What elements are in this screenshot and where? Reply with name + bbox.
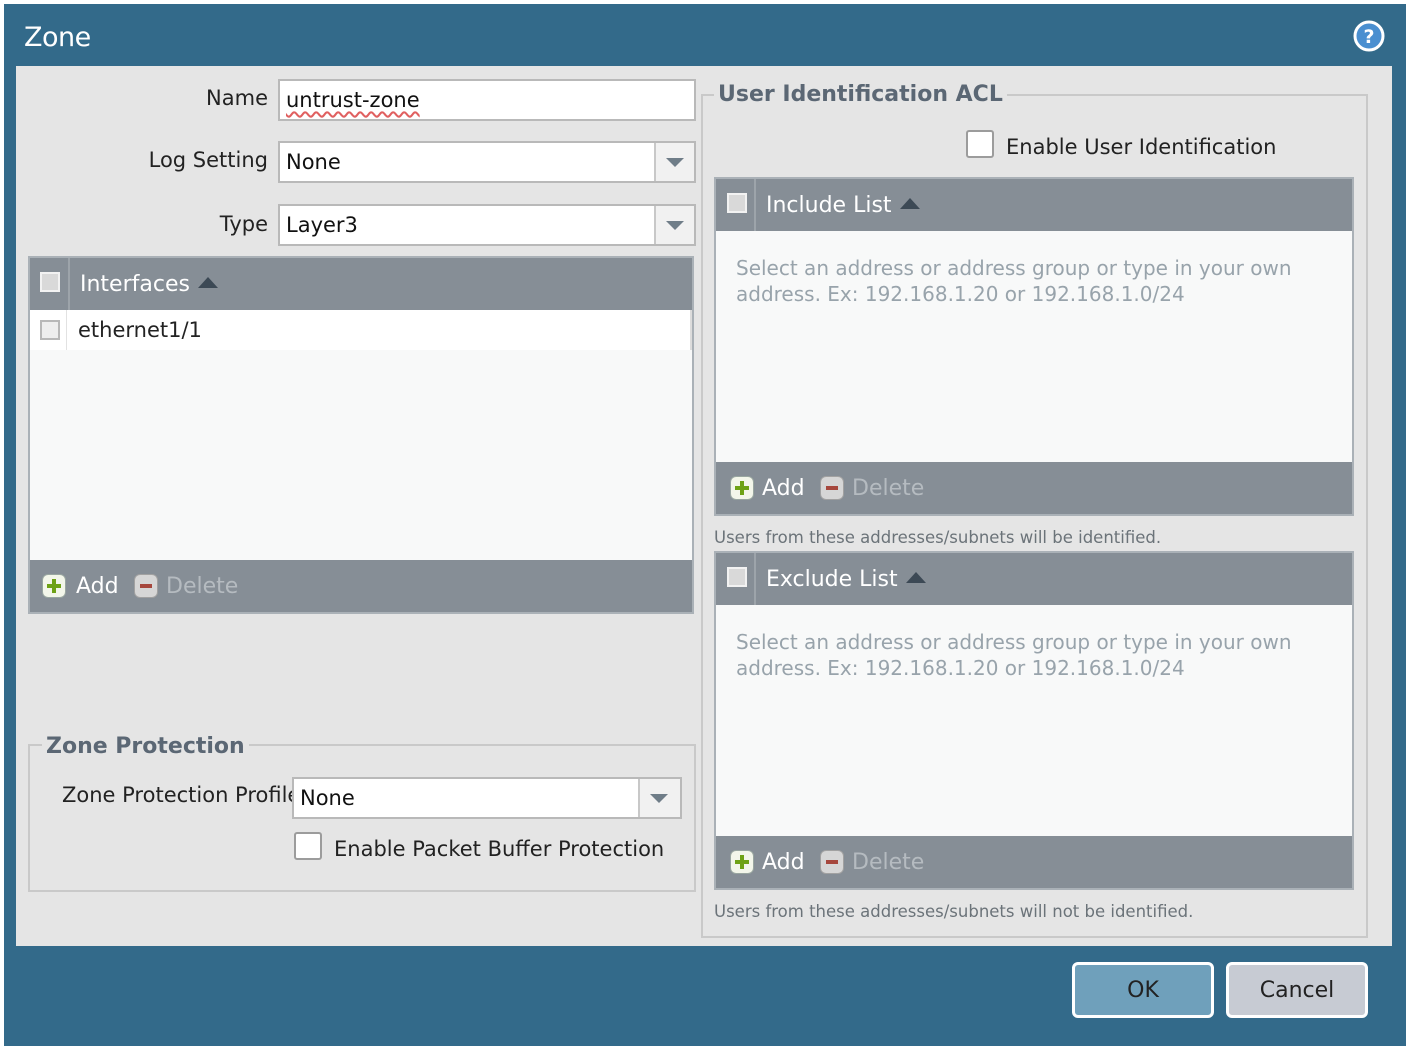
include-list-column-header[interactable]: Include List bbox=[766, 193, 920, 218]
name-label: Name bbox=[206, 86, 268, 110]
interfaces-toolbar: Add Delete bbox=[30, 560, 692, 612]
packet-buffer-checkbox[interactable] bbox=[294, 832, 322, 860]
include-list-note: Users from these addresses/subnets will … bbox=[714, 528, 1162, 547]
exclude-list-toolbar: Add Delete bbox=[716, 836, 1352, 888]
select-all-checkbox[interactable] bbox=[40, 272, 60, 292]
include-list-toolbar: Add Delete bbox=[716, 462, 1352, 514]
user-id-acl-legend: User Identification ACL bbox=[714, 82, 1007, 107]
name-input-value: untrust-zone bbox=[286, 88, 420, 112]
interfaces-column-header[interactable]: Interfaces bbox=[80, 272, 218, 297]
delete-icon bbox=[820, 476, 844, 500]
include-list-grid: Include List Select an address or addres… bbox=[714, 177, 1354, 516]
type-label: Type bbox=[219, 212, 268, 236]
select-all-checkbox[interactable] bbox=[727, 193, 747, 213]
row-divider bbox=[66, 310, 67, 350]
zone-protection-profile-label: Zone Protection Profile bbox=[62, 783, 301, 807]
chevron-down-icon[interactable] bbox=[654, 206, 694, 244]
sort-ascending-icon bbox=[197, 276, 218, 288]
name-input[interactable]: untrust-zone bbox=[278, 79, 696, 121]
interfaces-header: Interfaces bbox=[30, 258, 692, 310]
add-icon[interactable] bbox=[730, 850, 754, 874]
zone-protection-profile-select[interactable]: None bbox=[292, 777, 682, 819]
chevron-down-icon[interactable] bbox=[638, 779, 680, 817]
delete-icon bbox=[820, 850, 844, 874]
exclude-delete-button: Delete bbox=[852, 850, 925, 875]
exclude-list-grid: Exclude List Select an address or addres… bbox=[714, 551, 1354, 890]
cancel-button[interactable]: Cancel bbox=[1226, 962, 1368, 1018]
type-select[interactable]: Layer3 bbox=[278, 204, 696, 246]
exclude-list-header: Exclude List bbox=[716, 553, 1352, 605]
header-divider bbox=[754, 179, 756, 231]
ok-button[interactable]: OK bbox=[1072, 962, 1214, 1018]
exclude-add-button[interactable]: Add bbox=[762, 850, 805, 875]
enable-user-id-checkbox[interactable] bbox=[966, 130, 994, 158]
include-list-placeholder[interactable]: Select an address or address group or ty… bbox=[736, 255, 1326, 307]
help-icon[interactable]: ? bbox=[1353, 20, 1385, 52]
header-divider bbox=[68, 258, 70, 310]
select-all-checkbox[interactable] bbox=[727, 567, 747, 587]
interfaces-delete-button: Delete bbox=[166, 574, 239, 599]
sort-ascending-icon bbox=[899, 197, 920, 209]
svg-text:?: ? bbox=[1363, 26, 1374, 48]
add-icon[interactable] bbox=[42, 574, 66, 598]
log-setting-select[interactable]: None bbox=[278, 141, 696, 183]
exclude-list-header-label: Exclude List bbox=[766, 567, 898, 592]
sort-ascending-icon bbox=[905, 571, 926, 583]
add-icon[interactable] bbox=[730, 476, 754, 500]
exclude-list-note: Users from these addresses/subnets will … bbox=[714, 902, 1194, 921]
chevron-down-icon[interactable] bbox=[654, 143, 694, 181]
interfaces-header-label: Interfaces bbox=[80, 272, 190, 297]
interfaces-add-button[interactable]: Add bbox=[76, 574, 119, 599]
type-value: Layer3 bbox=[286, 213, 358, 237]
log-setting-label: Log Setting bbox=[148, 148, 268, 172]
enable-user-id-label: Enable User Identification bbox=[1006, 135, 1277, 159]
packet-buffer-label: Enable Packet Buffer Protection bbox=[334, 837, 665, 861]
zone-protection-legend: Zone Protection bbox=[42, 734, 249, 759]
include-add-button[interactable]: Add bbox=[762, 476, 805, 501]
header-divider bbox=[754, 553, 756, 605]
dialog-title: Zone bbox=[24, 22, 91, 53]
interface-name: ethernet1/1 bbox=[78, 318, 202, 342]
interfaces-grid: Interfaces ethernet1/1 Add Delete bbox=[28, 256, 694, 614]
include-list-header: Include List bbox=[716, 179, 1352, 231]
log-setting-value: None bbox=[286, 150, 341, 174]
table-row[interactable]: ethernet1/1 bbox=[30, 310, 692, 350]
row-checkbox[interactable] bbox=[40, 320, 60, 340]
exclude-list-column-header[interactable]: Exclude List bbox=[766, 567, 926, 592]
include-delete-button: Delete bbox=[852, 476, 925, 501]
zone-protection-profile-value: None bbox=[300, 786, 355, 810]
exclude-list-placeholder[interactable]: Select an address or address group or ty… bbox=[736, 629, 1326, 681]
include-list-header-label: Include List bbox=[766, 193, 892, 218]
delete-icon bbox=[134, 574, 158, 598]
